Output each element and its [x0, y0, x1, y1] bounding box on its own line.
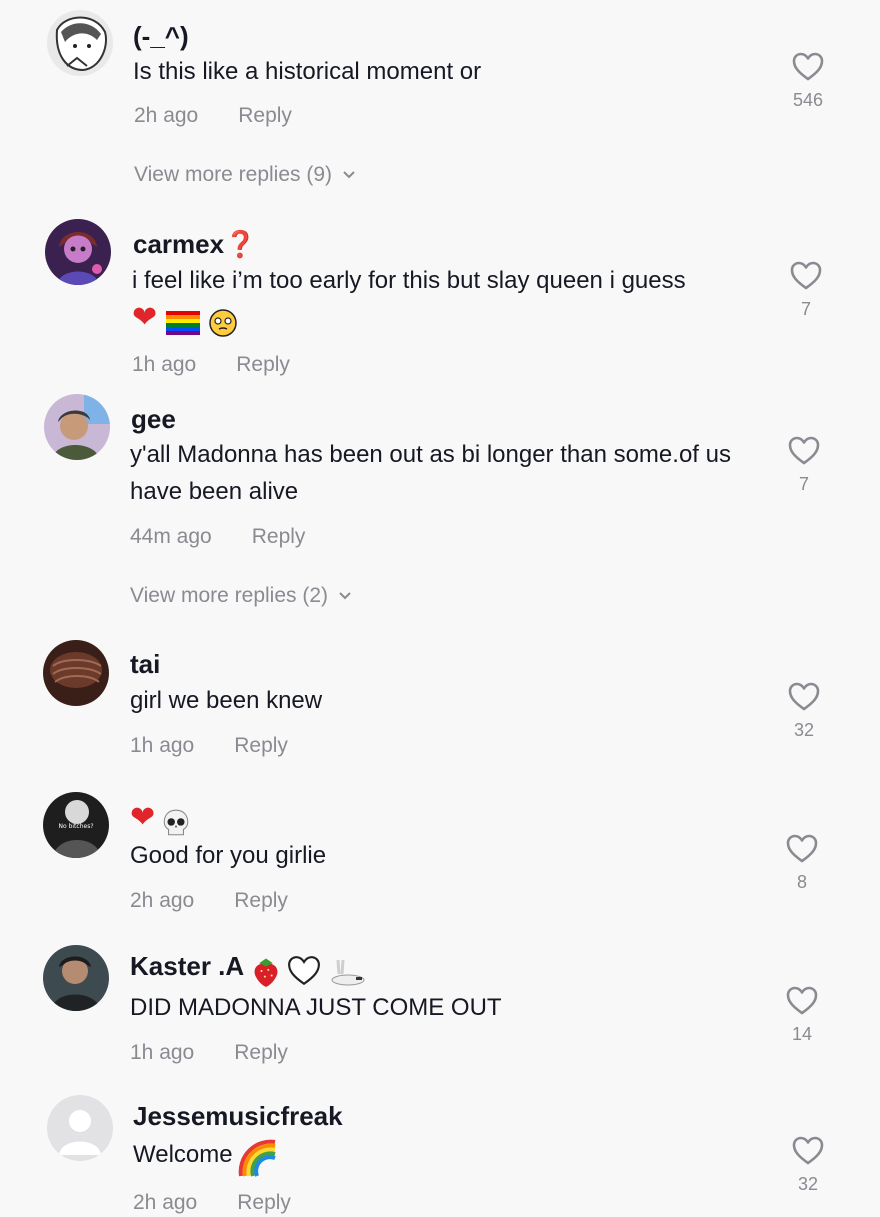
- reply-button[interactable]: Reply: [252, 525, 306, 548]
- heart-icon[interactable]: [790, 261, 822, 291]
- rainbow-flag-emoji: [165, 310, 200, 335]
- timestamp: 44m ago: [130, 525, 212, 548]
- timestamp: 2h ago: [130, 889, 195, 912]
- reply-button[interactable]: Reply: [234, 889, 288, 912]
- comment-meta: 1h ago Reply: [130, 732, 288, 760]
- rabbit-emoji: [331, 959, 365, 986]
- heart-icon[interactable]: [786, 834, 818, 864]
- username[interactable]: (-_^): [133, 20, 189, 52]
- comment-text: Is this like a historical moment or: [133, 58, 482, 85]
- like-button[interactable]: 32: [788, 1136, 828, 1195]
- like-button[interactable]: 8: [782, 834, 822, 893]
- comment-text: i feel like i’m too early for this but s…: [132, 267, 686, 294]
- like-count: 8: [796, 872, 807, 892]
- reply-button[interactable]: Reply: [238, 104, 292, 127]
- emoji-line: ❤: [132, 300, 238, 340]
- like-button[interactable]: 14: [782, 986, 822, 1045]
- timestamp: 2h ago: [134, 104, 199, 127]
- avatar[interactable]: [43, 640, 109, 706]
- red-heart-emoji: ❤: [132, 300, 158, 335]
- like-count: 7: [798, 474, 809, 494]
- username[interactable]: tai: [130, 648, 160, 680]
- skull-emoji: [163, 809, 188, 836]
- username[interactable]: gee: [131, 403, 176, 435]
- comment-text: Welcome: [133, 1141, 233, 1169]
- comment-text: girl we been knew: [130, 687, 323, 714]
- reply-button[interactable]: Reply: [237, 1191, 291, 1214]
- comment-text: y'all Madonna has been out as bi longer …: [130, 441, 731, 505]
- like-count: 7: [800, 299, 811, 319]
- timestamp: 1h ago: [130, 734, 195, 757]
- white-heart-emoji: [288, 955, 321, 985]
- view-more-replies[interactable]: View more replies (9): [134, 163, 356, 187]
- like-count: 32: [797, 1174, 819, 1194]
- heart-icon[interactable]: [792, 52, 824, 82]
- teary-face-emoji: [209, 309, 237, 337]
- comment-meta: 2h ago Reply: [134, 102, 292, 130]
- timestamp: 1h ago: [132, 353, 197, 376]
- like-button[interactable]: 32: [784, 682, 824, 741]
- like-count: 14: [791, 1024, 813, 1044]
- comment-meta: 1h ago Reply: [130, 1039, 288, 1067]
- avatar[interactable]: [45, 219, 111, 285]
- chevron-down-icon: [338, 591, 352, 601]
- username-row[interactable]: Kaster .A: [130, 950, 366, 988]
- comment-meta: 1h ago Reply: [132, 351, 290, 379]
- red-heart-emoji: ❤: [130, 800, 156, 835]
- username-emoji[interactable]: ❤: [130, 800, 192, 836]
- timestamp: 1h ago: [130, 1041, 195, 1064]
- view-more-label: View more replies (9): [134, 163, 333, 186]
- username[interactable]: Jessemusicfreak: [133, 1100, 343, 1132]
- reply-button[interactable]: Reply: [234, 1041, 288, 1064]
- comment-text: DID MADONNA JUST COME OUT: [130, 994, 502, 1021]
- avatar[interactable]: No bitches?: [43, 792, 109, 858]
- avatar-caption: No bitches?: [59, 823, 94, 830]
- reply-button[interactable]: Reply: [234, 734, 288, 757]
- avatar[interactable]: [47, 10, 113, 76]
- like-count: 546: [792, 90, 824, 110]
- heart-icon[interactable]: [786, 986, 818, 1016]
- username[interactable]: Kaster .A: [130, 951, 244, 981]
- view-more-label: View more replies (2): [130, 584, 329, 607]
- username[interactable]: carmex❓: [133, 228, 256, 260]
- strawberry-emoji: [254, 958, 278, 987]
- heart-icon[interactable]: [788, 682, 820, 712]
- reply-button[interactable]: Reply: [236, 353, 290, 376]
- comment-meta: 2h ago Reply: [130, 887, 288, 915]
- timestamp: 2h ago: [133, 1191, 198, 1214]
- comment-text: Good for you girlie: [130, 842, 327, 869]
- rainbow-emoji: [238, 1139, 276, 1177]
- avatar[interactable]: [47, 1095, 113, 1161]
- like-button[interactable]: 546: [788, 52, 828, 111]
- like-button[interactable]: 7: [784, 436, 824, 495]
- heart-icon[interactable]: [792, 1136, 824, 1166]
- heart-icon[interactable]: [788, 436, 820, 466]
- comment-text-row: Welcome: [133, 1138, 277, 1178]
- chevron-down-icon: [342, 170, 356, 180]
- like-count: 32: [793, 720, 815, 740]
- like-button[interactable]: 7: [786, 261, 826, 320]
- comment-meta: 44m ago Reply: [130, 523, 305, 551]
- avatar[interactable]: [43, 945, 109, 1011]
- view-more-replies[interactable]: View more replies (2): [130, 584, 352, 608]
- avatar[interactable]: [44, 394, 110, 460]
